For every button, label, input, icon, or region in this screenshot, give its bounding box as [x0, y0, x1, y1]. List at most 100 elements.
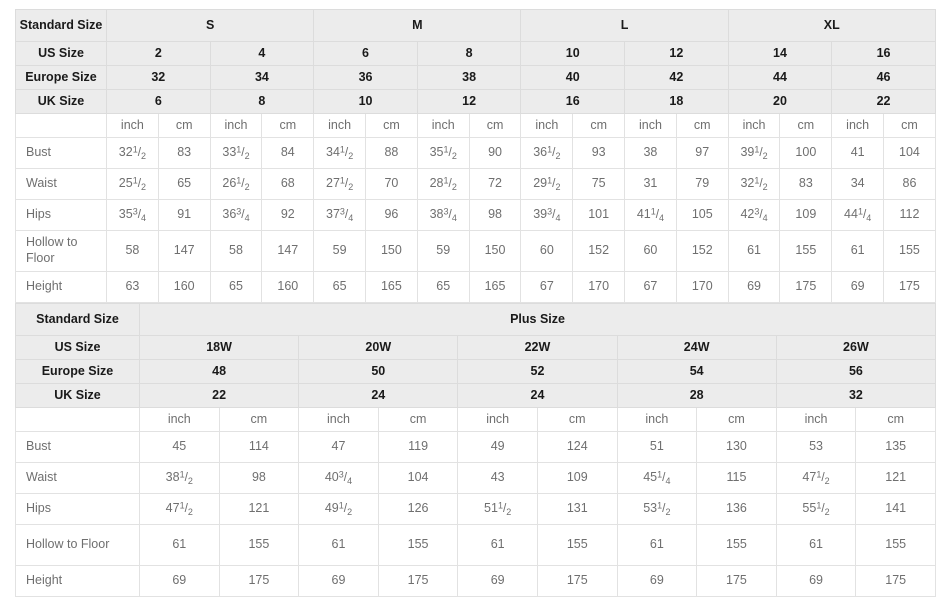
measurement-inch: 38 — [624, 137, 677, 169]
measurement-cm: 75 — [572, 168, 626, 200]
measurement-cm: 152 — [572, 230, 626, 272]
unit-cm: cm — [883, 113, 936, 138]
plus-us-size-value: 18W — [138, 335, 300, 360]
measurement-inch: 69 — [298, 565, 379, 597]
measurement-inch: 341/2 — [313, 137, 367, 169]
measurement-inch: 34 — [831, 168, 885, 200]
plus-unit-row-blank — [15, 407, 140, 432]
measurement-cm: 175 — [696, 565, 777, 597]
uk-size-value: 18 — [624, 89, 729, 114]
measurement-cm: 92 — [261, 199, 315, 231]
europe-size-value: 38 — [416, 65, 522, 90]
measurement-cm: 155 — [855, 524, 937, 566]
measurement-cm: 147 — [157, 230, 211, 272]
measurement-inch: 59 — [416, 230, 470, 272]
unit-row-blank — [15, 113, 107, 138]
plus-us-size-value: 24W — [616, 335, 777, 360]
standard-size-corner-label: Standard Size — [15, 9, 107, 42]
measurement-cm: 109 — [536, 462, 618, 494]
measurement-inch: 49 — [457, 431, 538, 463]
us-size-value: 4 — [209, 41, 315, 66]
measurement-inch: 291/2 — [520, 168, 574, 200]
measurement-inch: 411/4 — [624, 199, 677, 231]
measurement-cm: 136 — [696, 493, 777, 525]
measurement-cm: 155 — [696, 524, 777, 566]
unit-cm: cm — [468, 113, 522, 138]
plus-measurement-row: Height 69 175 69 175 69 175 69 175 69 175 — [15, 565, 937, 597]
measurement-inch: 391/2 — [727, 137, 781, 169]
measurement-cm: 155 — [218, 524, 300, 566]
uk-size-value: 12 — [416, 89, 522, 114]
uk-size-label: UK Size — [15, 89, 107, 114]
measurement-inch: 423/4 — [727, 199, 781, 231]
unit-cm: cm — [696, 407, 777, 432]
measurement-cm: 147 — [261, 230, 315, 272]
measurement-inch: 61 — [139, 524, 220, 566]
uk-size-value: 8 — [209, 89, 315, 114]
measurement-inch: 251/2 — [106, 168, 159, 200]
measurement-inch: 60 — [624, 230, 677, 272]
measurement-cm: 119 — [377, 431, 459, 463]
unit-cm: cm — [157, 113, 211, 138]
measurement-cm: 114 — [218, 431, 300, 463]
plus-uk-size-value: 32 — [775, 383, 937, 408]
plus-measurement-row: Bust 45 114 47 119 49 124 51 130 53 135 — [15, 431, 937, 463]
measurement-cm: 130 — [696, 431, 777, 463]
measurement-inch: 393/4 — [520, 199, 574, 231]
measurement-cm: 141 — [855, 493, 937, 525]
measurement-inch: 441/4 — [831, 199, 885, 231]
unit-cm: cm — [572, 113, 626, 138]
us-size-value: 2 — [106, 41, 211, 66]
measurement-cm: 104 — [377, 462, 459, 494]
us-size-value: 8 — [416, 41, 522, 66]
us-size-value: 6 — [313, 41, 418, 66]
measurement-cm: 101 — [572, 199, 626, 231]
unit-inch: inch — [416, 113, 470, 138]
measurement-inch: 69 — [139, 565, 220, 597]
size-group-xl: XL — [727, 9, 936, 42]
plus-uk-size-row: UK Size 22 24 24 28 32 — [15, 383, 937, 408]
measurement-cm: 98 — [218, 462, 300, 494]
uk-size-value: 20 — [727, 89, 833, 114]
unit-inch: inch — [139, 407, 220, 432]
unit-inch: inch — [520, 113, 574, 138]
unit-inch: inch — [298, 407, 379, 432]
unit-cm: cm — [536, 407, 618, 432]
measurement-inch: 45 — [139, 431, 220, 463]
measurement-cm: 175 — [218, 565, 300, 597]
plus-uk-size-value: 28 — [616, 383, 777, 408]
measurement-cm: 65 — [157, 168, 211, 200]
us-size-value: 16 — [831, 41, 936, 66]
measurement-cm: 109 — [779, 199, 833, 231]
measurement-cm: 90 — [468, 137, 522, 169]
measurement-label: Hips — [15, 493, 140, 525]
measurement-cm: 160 — [157, 271, 211, 303]
measurement-row: Hips 353/4 91 363/4 92 373/4 96 383/4 98 393/4 101… — [15, 199, 936, 231]
measurement-row: Waist 251/2 65 261/2 68 271/2 70 281/2 72 291/2 75… — [15, 168, 936, 200]
unit-inch: inch — [457, 407, 538, 432]
size-chart-container: Standard Size S M L XL US Size 2 4 6 8 10 12 14 16 Eur… — [15, 9, 937, 597]
measurement-inch: 451/4 — [616, 462, 698, 494]
measurement-cm: 175 — [536, 565, 618, 597]
measurement-inch: 403/4 — [298, 462, 379, 494]
plus-us-size-label: US Size — [15, 335, 140, 360]
measurement-cm: 105 — [675, 199, 729, 231]
measurement-inch: 53 — [775, 431, 857, 463]
measurement-cm: 72 — [468, 168, 522, 200]
measurement-label: Hips — [15, 199, 107, 231]
measurement-row: Height 63 160 65 160 65 165 65 165 67 170 67 170 69 17… — [15, 271, 936, 303]
measurement-cm: 83 — [157, 137, 211, 169]
plus-standard-size-corner-label: Standard Size — [15, 303, 140, 336]
europe-size-value: 34 — [209, 65, 315, 90]
europe-size-value: 32 — [106, 65, 211, 90]
measurement-cm: 135 — [855, 431, 937, 463]
measurement-cm: 150 — [365, 230, 418, 272]
uk-size-row: UK Size 6 8 10 12 16 18 20 22 — [15, 89, 936, 114]
measurement-inch: 67 — [624, 271, 677, 303]
measurement-inch: 491/2 — [298, 493, 379, 525]
measurement-cm: 165 — [365, 271, 418, 303]
measurement-cm: 84 — [261, 137, 315, 169]
unit-cm: cm — [218, 407, 300, 432]
measurement-cm: 131 — [536, 493, 618, 525]
measurement-cm: 96 — [365, 199, 418, 231]
